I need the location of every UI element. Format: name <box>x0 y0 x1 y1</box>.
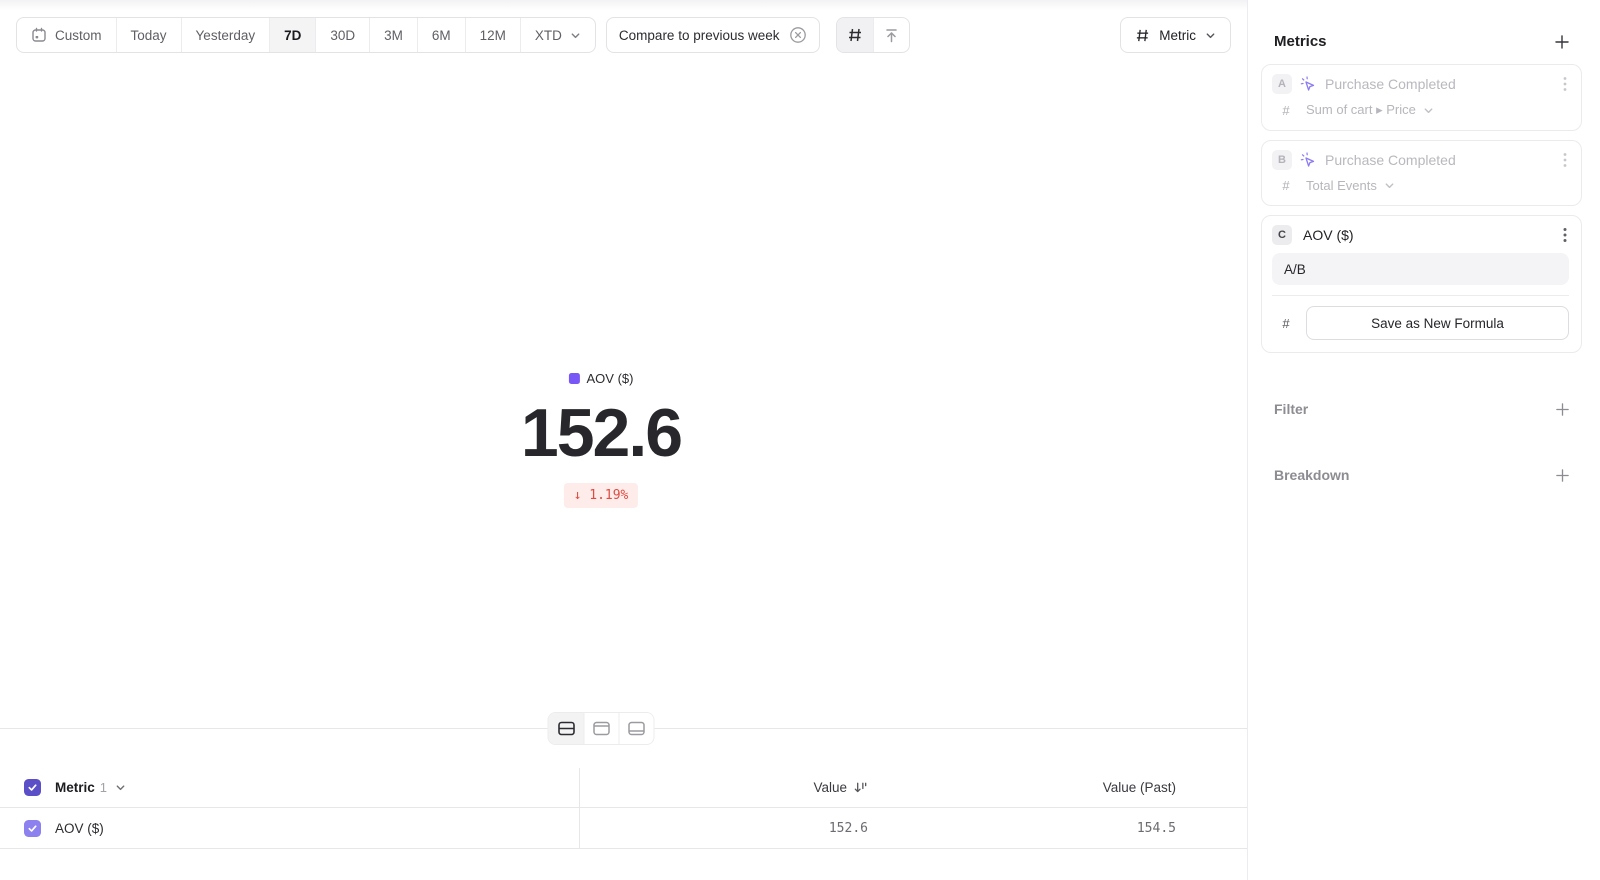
chart-legend: AOV ($) <box>569 371 634 386</box>
date-range-custom[interactable]: Custom <box>17 18 117 52</box>
event-sparkle-icon <box>1299 151 1317 169</box>
hash-icon <box>1135 28 1150 43</box>
metric-dropdown-button[interactable]: Metric <box>1120 17 1231 53</box>
compare-chip-label: Compare to previous week <box>619 28 780 43</box>
measure-label: Total Events <box>1306 178 1377 193</box>
filter-label: Filter <box>1274 401 1308 417</box>
chart-type-toggle <box>836 17 910 53</box>
event-sparkle-icon <box>1299 75 1317 93</box>
metric-letter-badge: C <box>1272 225 1292 245</box>
chevron-down-icon <box>570 30 581 41</box>
big-number-block: AOV ($) 152.6 ↓ 1.19% <box>521 371 681 508</box>
save-as-new-formula-button[interactable]: Save as New Formula <box>1306 306 1569 340</box>
calendar-icon <box>31 27 47 43</box>
date-range-yesterday[interactable]: Yesterday <box>182 18 271 52</box>
metric-name: Purchase Completed <box>1325 76 1561 92</box>
arrow-to-top-icon <box>883 27 900 44</box>
metric-count: 1 <box>100 780 107 795</box>
legend-swatch <box>569 373 580 384</box>
metric-card-a: A Purchase Completed <box>1261 64 1582 131</box>
metric-card-b-header: B Purchase Completed <box>1272 150 1569 170</box>
formula-input[interactable]: A/B <box>1272 253 1569 285</box>
table-header-row: Metric 1 Value Value (Past) <box>0 768 1247 808</box>
check-icon <box>27 823 38 834</box>
date-range-today[interactable]: Today <box>117 18 182 52</box>
date-range-6m[interactable]: 6M <box>418 18 466 52</box>
chevron-down-icon[interactable] <box>115 782 126 793</box>
chevron-down-icon <box>1384 180 1395 191</box>
metric-value: 152.6 <box>521 399 681 467</box>
compare-chip[interactable]: Compare to previous week <box>606 17 820 53</box>
metrics-section-header: Metrics <box>1274 33 1570 50</box>
metric-letter-badge: A <box>1272 74 1292 94</box>
metric-column-header[interactable]: Metric <box>55 780 95 795</box>
remove-compare-icon[interactable] <box>789 26 807 44</box>
metric-card-c: C AOV ($) A/B # Save as New Formula <box>1261 215 1582 353</box>
metric-name: Purchase Completed <box>1325 152 1561 168</box>
filter-section: Filter <box>1274 401 1570 417</box>
change-badge: ↓ 1.19% <box>564 483 639 508</box>
metric-card-c-header: C AOV ($) <box>1272 225 1569 245</box>
metric-button-label: Metric <box>1159 28 1196 43</box>
table-row[interactable]: AOV ($) 152.6 154.5 <box>0 808 1247 849</box>
metric-menu-icon[interactable] <box>1561 74 1569 94</box>
toolbar: Custom Today Yesterday 7D 30D 3M 6M 12M … <box>16 17 1231 53</box>
hash-icon: # <box>1278 178 1294 193</box>
measure-selector[interactable]: # Total Events <box>1272 178 1569 193</box>
value-past-column-header[interactable]: Value (Past) <box>1103 780 1176 795</box>
row-value: 152.6 <box>829 821 868 836</box>
date-range-3m[interactable]: 3M <box>370 18 418 52</box>
row-value-past: 154.5 <box>1137 821 1176 836</box>
value-column-header[interactable]: Value <box>813 780 868 795</box>
legend-label: AOV ($) <box>587 371 634 386</box>
date-range-label: Custom <box>55 28 102 43</box>
hash-icon: # <box>1278 316 1294 331</box>
row-checkbox[interactable] <box>24 820 41 837</box>
chart-area: AOV ($) 152.6 ↓ 1.19% <box>0 53 1247 729</box>
chevron-down-icon <box>1205 30 1216 41</box>
measure-label: Sum of cart ▸ Price <box>1306 102 1416 118</box>
row-metric-name: AOV ($) <box>55 821 104 836</box>
select-all-checkbox[interactable] <box>24 779 41 796</box>
formula-action-row: # Save as New Formula <box>1272 306 1569 340</box>
add-filter-icon[interactable] <box>1555 402 1570 417</box>
breakdown-section: Breakdown <box>1274 467 1570 483</box>
hash-icon: # <box>1278 103 1294 118</box>
metric-menu-icon[interactable] <box>1561 150 1569 170</box>
hash-icon <box>847 27 863 43</box>
add-metric-icon[interactable] <box>1554 34 1570 50</box>
top-fade <box>0 0 1247 10</box>
add-breakdown-icon[interactable] <box>1555 468 1570 483</box>
query-sidebar: Metrics A <box>1247 0 1600 880</box>
metric-cards: A Purchase Completed <box>1261 64 1582 353</box>
date-range-xtd[interactable]: XTD <box>521 18 595 52</box>
analytics-app: Custom Today Yesterday 7D 30D 3M 6M 12M … <box>0 0 1600 880</box>
date-range-group: Custom Today Yesterday 7D 30D 3M 6M 12M … <box>16 17 596 53</box>
metric-menu-icon[interactable] <box>1561 225 1569 245</box>
metrics-title: Metrics <box>1274 33 1327 50</box>
metric-letter-badge: B <box>1272 150 1292 170</box>
date-range-7d[interactable]: 7D <box>270 18 316 52</box>
date-range-12m[interactable]: 12M <box>466 18 521 52</box>
trend-view-toggle[interactable] <box>873 18 909 52</box>
measure-selector[interactable]: # Sum of cart ▸ Price <box>1272 102 1569 118</box>
check-icon <box>27 782 38 793</box>
sort-descending-icon <box>853 780 868 795</box>
number-view-toggle[interactable] <box>837 18 873 52</box>
breakdown-label: Breakdown <box>1274 467 1349 483</box>
date-range-30d[interactable]: 30D <box>316 18 370 52</box>
results-table: Metric 1 Value Value (Past) <box>0 729 1247 849</box>
metric-card-a-header: A Purchase Completed <box>1272 74 1569 94</box>
card-divider <box>1272 295 1569 296</box>
chevron-down-icon <box>1423 105 1434 116</box>
metric-name: AOV ($) <box>1303 227 1561 243</box>
metric-card-b: B Purchase Completed <box>1261 140 1582 206</box>
main-panel: Custom Today Yesterday 7D 30D 3M 6M 12M … <box>0 0 1247 880</box>
